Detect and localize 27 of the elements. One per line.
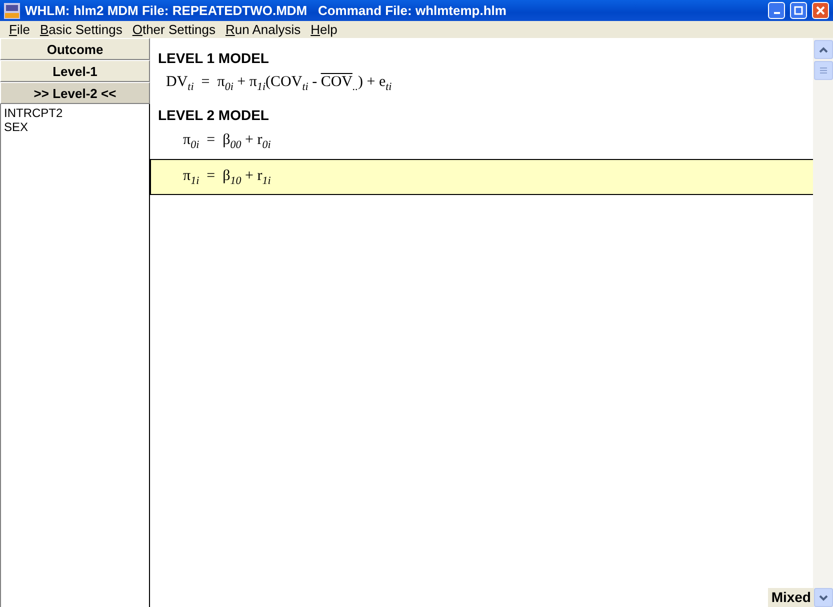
equation: DV$_{ti}$ = π$_{0i}$ + π$_{1i}$(COV$_{ti}$ - COV$_{..}$) + e$_{ti}$ — [166, 74, 393, 93]
variable-item[interactable]: SEX — [4, 120, 28, 134]
menu-item[interactable]: Other Settings — [127, 22, 220, 37]
menu-item[interactable]: Help — [306, 22, 342, 37]
maximize-button[interactable] — [790, 2, 807, 19]
window-title: WHLM: hlm2 MDM File: REPEATEDTWO.MDM Command File: whlmtemp.hlm — [25, 3, 508, 18]
app-icon — [4, 2, 20, 18]
dropdown-button[interactable] — [814, 588, 833, 607]
section-heading: LEVEL 1 MODEL — [158, 50, 270, 66]
menu-item[interactable]: File — [4, 22, 35, 37]
level-tab[interactable]: >> Level-2 << — [0, 82, 150, 104]
variable-item[interactable]: INTRCPT2 — [4, 106, 63, 120]
maximize-icon — [794, 6, 803, 15]
section-heading: LEVEL 2 MODEL — [158, 107, 270, 123]
level-tab[interactable]: Outcome — [0, 38, 150, 60]
scrollbar[interactable] — [813, 38, 833, 607]
caret-icon — [819, 594, 828, 600]
equation-row[interactable]: π$_{1i}$ = β$_{10}$ + r$_{1i}$ — [150, 159, 813, 195]
mode-value: Mixed — [768, 588, 814, 607]
close-icon — [816, 6, 825, 15]
level-tab[interactable]: Level-1 — [0, 60, 150, 82]
minimize-button[interactable] — [768, 2, 785, 19]
scroll-up-icon — [818, 46, 828, 52]
grip-icon — [820, 67, 826, 74]
menu-item[interactable]: Run Analysis — [220, 22, 306, 37]
menu-item[interactable]: Basic Settings — [34, 22, 128, 37]
close-button[interactable] — [812, 2, 829, 19]
